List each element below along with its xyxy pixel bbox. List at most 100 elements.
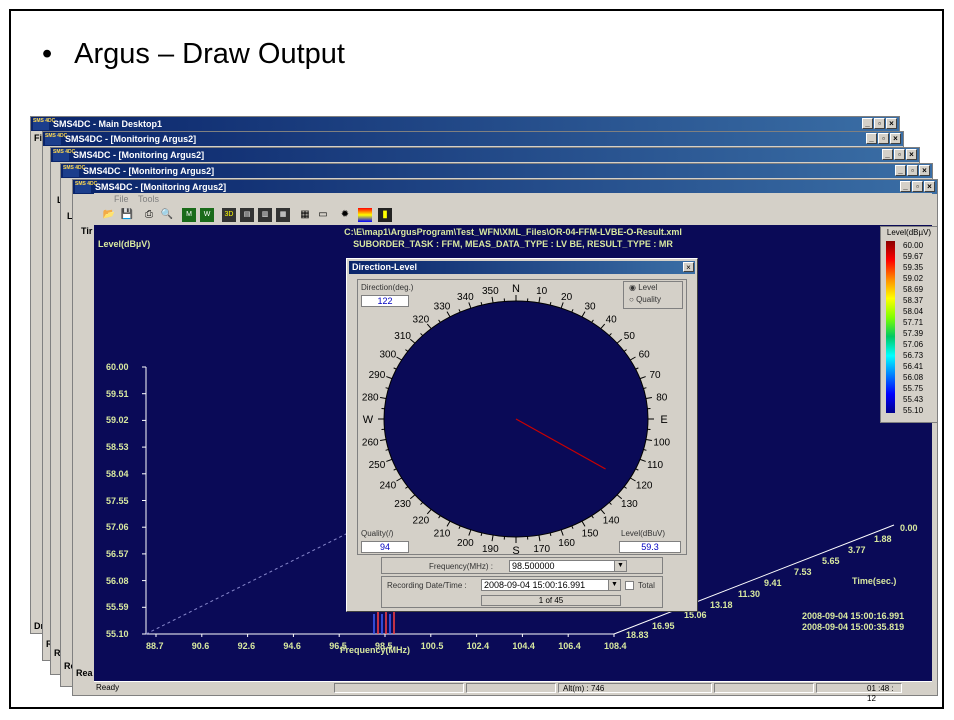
close-icon[interactable]: ×: [890, 133, 901, 144]
compass-tick: [420, 333, 424, 336]
compass-tick: [591, 515, 594, 519]
sms-logo-icon: SMS 4DC: [75, 181, 97, 193]
compass-tick: [396, 356, 402, 361]
recording-select[interactable]: 2008-09-04 15:00:16.991 ▼: [481, 579, 621, 591]
waterfall-icon[interactable]: W: [200, 208, 214, 222]
info-icon[interactable]: ▮: [378, 208, 392, 222]
compass-label: 110: [647, 460, 663, 471]
print-icon[interactable]: ⎙: [142, 208, 156, 222]
minimize-icon[interactable]: _: [882, 149, 893, 160]
legend-title: Level(dBµV): [886, 228, 932, 237]
minimize-icon[interactable]: _: [866, 133, 877, 144]
compass-tick: [480, 301, 483, 306]
compass-tick: [608, 502, 612, 505]
minimize-icon[interactable]: _: [900, 181, 911, 192]
legend-value: 57.71: [903, 318, 924, 327]
window-titlebar[interactable]: SMS 4DC SMS4DC - [Monitoring Argus2] _ ▫ ×: [43, 132, 903, 146]
compass-label: 100: [653, 438, 670, 449]
compass-label: 50: [624, 331, 636, 342]
compass-tick: [581, 520, 586, 527]
restore-icon[interactable]: ▫: [894, 149, 905, 160]
palette-icon[interactable]: [358, 208, 372, 222]
recording-label: Recording Date/Time :: [387, 581, 467, 590]
x-tick-label: 106.4: [558, 641, 581, 651]
compass-label: 30: [584, 302, 596, 313]
restore-icon[interactable]: ▫: [907, 165, 918, 176]
compass-label: 320: [413, 315, 430, 326]
t-tick-label: 0.00: [900, 523, 918, 533]
compass-tick: [409, 494, 416, 500]
compass-label: 350: [482, 286, 499, 297]
compass-tick: [630, 356, 636, 361]
compass-tick: [380, 396, 387, 400]
legend-value: 55.75: [903, 384, 924, 393]
x-tick-label: 108.4: [604, 641, 627, 651]
chart2-icon[interactable]: ▥: [258, 208, 272, 222]
compass-label: 160: [558, 538, 575, 549]
bars-icon[interactable]: ▦: [276, 208, 290, 222]
minimize-icon[interactable]: _: [862, 118, 873, 129]
close-icon[interactable]: ×: [906, 149, 917, 160]
y-tick-label: 55.10: [106, 629, 129, 639]
save-icon[interactable]: 💾: [120, 208, 134, 222]
compass-tick: [386, 458, 393, 462]
chart-icon[interactable]: ▤: [240, 208, 254, 222]
frequency-select[interactable]: 98.500000 ▼: [509, 560, 627, 572]
table-icon[interactable]: ▭: [316, 208, 330, 222]
color-legend: Level(dBµV) 60.00 59.67 59.35 59.02 58.69 58.…: [880, 226, 938, 423]
x-tick-label: 94.6: [283, 641, 301, 651]
dialog-title[interactable]: Direction-Level: [349, 261, 695, 274]
restore-icon[interactable]: ▫: [874, 118, 885, 129]
compass-tick: [426, 509, 432, 515]
compass-tick: [438, 515, 441, 519]
open-icon[interactable]: 📂: [102, 208, 116, 222]
close-icon[interactable]: ×: [924, 181, 935, 192]
compass-label: 170: [533, 544, 550, 555]
close-icon[interactable]: ×: [919, 165, 930, 176]
t-tick-label: 7.53: [794, 567, 812, 577]
spectrum-icon[interactable]: M: [182, 208, 196, 222]
close-icon[interactable]: ×: [886, 118, 897, 129]
restore-icon[interactable]: ▫: [912, 181, 923, 192]
compass-label: 220: [413, 515, 430, 526]
gear-icon[interactable]: ✹: [338, 208, 352, 222]
compass-label: 120: [636, 481, 653, 492]
slide-bullet: • Argus – Draw Output: [42, 38, 345, 71]
compass-tick: [386, 376, 393, 380]
compass-tick: [405, 486, 409, 489]
legend-value: 59.67: [903, 252, 924, 261]
menu-tools[interactable]: Tools: [138, 194, 159, 204]
compass-label: 130: [621, 499, 638, 510]
sms-logo-icon: SMS 4DC: [63, 165, 85, 177]
direction-level-dialog[interactable]: Direction-Level × Direction(deg.) 122 ◉ …: [346, 258, 698, 612]
restore-icon[interactable]: ▫: [878, 133, 889, 144]
compass-tick: [549, 532, 552, 537]
compass-tick: [560, 302, 564, 309]
level-value: 59.3: [619, 541, 681, 553]
chevron-down-icon[interactable]: ▼: [614, 561, 626, 571]
minimize-icon[interactable]: _: [895, 165, 906, 176]
compass-tick: [560, 529, 564, 536]
compass-tick: [639, 458, 646, 462]
compass-label: 210: [434, 528, 451, 539]
compass-label: 40: [606, 315, 618, 326]
window-titlebar[interactable]: SMS 4DC SMS4DC - [Monitoring Argus2] _ ▫ ×: [51, 148, 919, 162]
chevron-down-icon[interactable]: ▼: [608, 580, 620, 590]
preview-icon[interactable]: 🔍: [160, 208, 174, 222]
status-time: 01 :48 : 12: [816, 683, 902, 703]
side-label: Fi: [34, 133, 42, 143]
compass-tick: [393, 468, 397, 471]
dialog-close-icon[interactable]: ×: [683, 262, 694, 272]
menu-file[interactable]: File: [114, 194, 129, 204]
y-tick-label: 57.06: [106, 522, 129, 533]
status-ready: Ready: [96, 683, 120, 692]
t-tick-label: 3.77: [848, 545, 866, 555]
compass-tick: [538, 296, 541, 303]
grid-icon[interactable]: ▦: [298, 208, 312, 222]
total-checkbox[interactable]: [625, 581, 634, 590]
window-titlebar[interactable]: SMS 4DC SMS4DC - [Monitoring Argus2] _ ▫ ×: [73, 180, 937, 194]
compass-label: W: [363, 414, 374, 426]
window-titlebar[interactable]: SMS 4DC SMS4DC - [Monitoring Argus2] _ ▫ ×: [61, 164, 932, 178]
3d-icon[interactable]: 3D: [222, 208, 236, 222]
window-titlebar[interactable]: SMS 4DC SMS4DC - Main Desktop1 _ ▫ ×: [31, 117, 899, 131]
